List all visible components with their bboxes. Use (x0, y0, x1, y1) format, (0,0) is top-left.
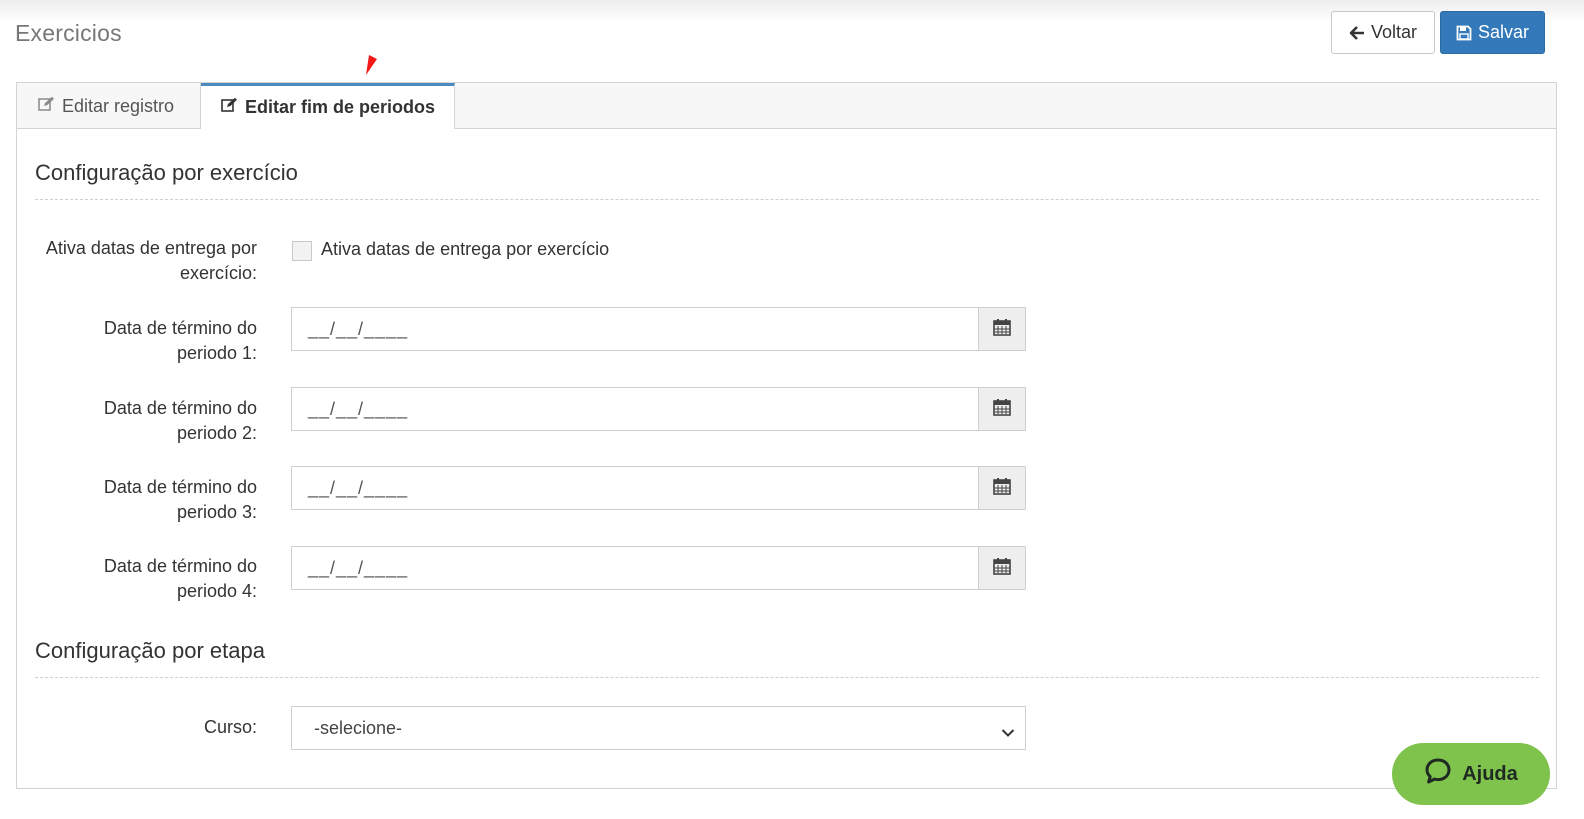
tab-label: Editar fim de periodos (245, 97, 436, 117)
date-field-periodo-4[interactable]: __/__/____ (291, 546, 1026, 590)
section-title-exercicio: Configuração por exercício (35, 160, 298, 185)
calendar-button[interactable] (978, 308, 1025, 350)
tab-editar-fim-de-periodos[interactable]: Editar fim de periodos (201, 83, 455, 130)
tab-editar-registro[interactable]: Editar registro (17, 83, 201, 129)
edit-icon (221, 97, 238, 118)
chat-bubble-icon (1424, 757, 1452, 791)
field-label-ativa-datas: Ativa datas de entrega por exercício: (45, 238, 257, 283)
date-input-periodo-4[interactable]: __/__/____ (292, 547, 978, 589)
calendar-icon (993, 398, 1011, 421)
field-label-periodo-3: Data de término do periodo 3: (103, 477, 257, 522)
cursor-marker-icon (363, 55, 379, 82)
field-label-periodo-1: Data de término do periodo 1: (103, 318, 257, 363)
date-field-periodo-2[interactable]: __/__/____ (291, 387, 1026, 431)
date-input-periodo-3[interactable]: __/__/____ (292, 467, 978, 509)
save-button[interactable]: Salvar (1440, 11, 1545, 54)
date-field-periodo-1[interactable]: __/__/____ (291, 307, 1026, 351)
help-button-label: Ajuda (1462, 762, 1518, 785)
section-divider (35, 677, 1539, 678)
calendar-icon (993, 318, 1011, 341)
calendar-button[interactable] (978, 467, 1025, 509)
back-button[interactable]: Voltar (1331, 11, 1435, 54)
ativa-datas-checkbox[interactable] (292, 241, 312, 261)
back-button-label: Voltar (1370, 22, 1418, 42)
tab-bar: Editar registro Editar fim de periodos (17, 83, 1556, 130)
curso-select[interactable]: -selecione- (291, 706, 1026, 750)
save-button-label: Salvar (1477, 22, 1530, 42)
calendar-icon (993, 477, 1011, 500)
date-input-periodo-1[interactable]: __/__/____ (292, 308, 978, 350)
chevron-down-icon (1001, 722, 1015, 743)
calendar-button[interactable] (978, 388, 1025, 430)
section-title-etapa: Configuração por etapa (35, 638, 265, 663)
edit-icon (38, 96, 55, 117)
field-label-periodo-2: Data de término do periodo 2: (103, 398, 257, 443)
arrow-left-icon (1349, 25, 1365, 41)
calendar-button[interactable] (978, 547, 1025, 589)
floppy-disk-icon (1456, 25, 1472, 41)
section-divider (35, 199, 1539, 200)
main-panel: Editar registro Editar fim de periodos C… (16, 82, 1557, 789)
date-input-periodo-2[interactable]: __/__/____ (292, 388, 978, 430)
curso-select-value: -selecione- (314, 717, 403, 738)
ativa-datas-checkbox-label[interactable]: Ativa datas de entrega por exercício (321, 239, 609, 260)
tab-label: Editar registro (62, 95, 175, 116)
page-title: Exercicios (15, 20, 122, 46)
field-label-periodo-4: Data de término do periodo 4: (103, 556, 257, 601)
date-field-periodo-3[interactable]: __/__/____ (291, 466, 1026, 510)
field-label-curso: Curso: (203, 717, 257, 737)
calendar-icon (993, 557, 1011, 580)
help-button[interactable]: Ajuda (1392, 743, 1550, 805)
